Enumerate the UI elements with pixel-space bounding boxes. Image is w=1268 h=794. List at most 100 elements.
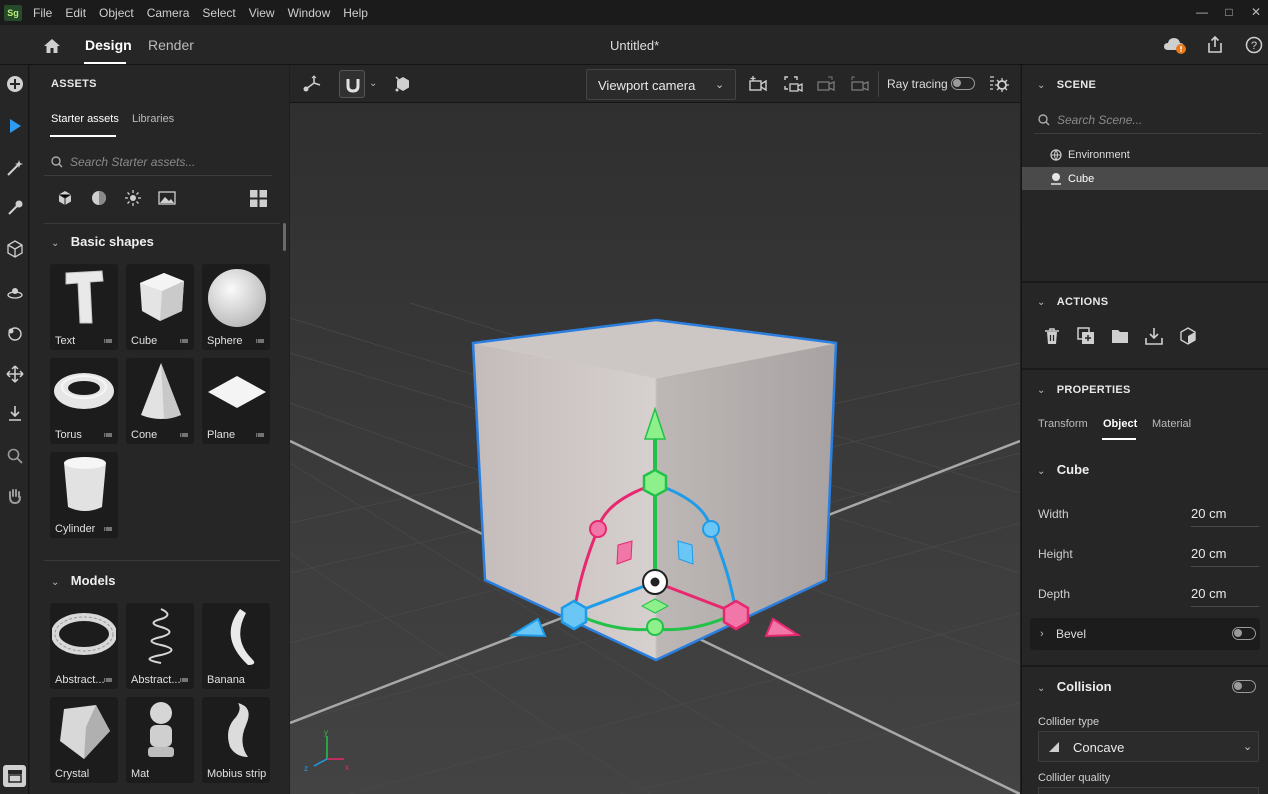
- asset-tile-mobius-strip[interactable]: Mobius strip: [202, 697, 270, 783]
- asset-tile-mat[interactable]: Mat: [126, 697, 194, 783]
- group-icon[interactable]: [1111, 328, 1129, 344]
- sliders-icon[interactable]: ≔: [103, 524, 113, 535]
- add-icon[interactable]: [4, 73, 25, 94]
- viewport-canvas[interactable]: y x z: [290, 103, 1020, 794]
- collision-toggle[interactable]: [1232, 680, 1256, 693]
- ray-tracing-toggle[interactable]: [951, 77, 975, 90]
- scene-search-input[interactable]: Search Scene...: [1034, 106, 1262, 134]
- tab-material[interactable]: Material: [1152, 418, 1191, 430]
- help-icon[interactable]: ?: [1245, 36, 1263, 54]
- minimize-icon[interactable]: —: [1195, 5, 1209, 19]
- x-rotate-handle[interactable]: [589, 520, 607, 538]
- tab-starter-assets[interactable]: Starter assets: [51, 113, 119, 125]
- bevel-toggle[interactable]: [1232, 627, 1256, 640]
- z-scale-handle[interactable]: [560, 599, 588, 631]
- collision-section-header[interactable]: ⌄ Collision: [1037, 679, 1112, 694]
- snap-to-object-icon[interactable]: [394, 75, 412, 93]
- delete-icon[interactable]: [1044, 327, 1060, 345]
- scene-item-cube[interactable]: Cube: [1022, 167, 1268, 190]
- assets-search-input[interactable]: Search Starter assets...: [44, 148, 272, 176]
- depth-value[interactable]: 20 cm: [1191, 586, 1259, 607]
- select-tool-icon[interactable]: [4, 115, 25, 136]
- asset-tile-cube[interactable]: Cube ≔: [126, 264, 194, 350]
- height-field[interactable]: Height 20 cm: [1038, 541, 1260, 569]
- chevron-down-icon[interactable]: ⌄: [369, 78, 377, 89]
- menu-camera[interactable]: Camera: [142, 6, 198, 20]
- asset-tile-abstract-2[interactable]: Abstract... ≔: [126, 603, 194, 689]
- tab-render[interactable]: Render: [148, 37, 194, 53]
- menu-file[interactable]: File: [28, 6, 60, 20]
- asset-tile-abstract-1[interactable]: Abstract... ≔: [50, 603, 118, 689]
- menu-help[interactable]: Help: [338, 6, 376, 20]
- environment-light-icon[interactable]: [4, 282, 25, 303]
- drop-to-ground-icon[interactable]: [4, 403, 25, 424]
- z-rotate-handle[interactable]: [702, 520, 720, 538]
- asset-tile-cone[interactable]: Cone ≔: [126, 358, 194, 444]
- menu-view[interactable]: View: [244, 6, 283, 20]
- sliders-icon[interactable]: ≔: [103, 675, 113, 686]
- move-tool-icon[interactable]: [4, 363, 25, 384]
- image-filter-icon[interactable]: [158, 191, 176, 205]
- sliders-icon[interactable]: ≔: [179, 675, 189, 686]
- actions-section-header[interactable]: ⌄ ACTIONS: [1037, 294, 1108, 308]
- sliders-icon[interactable]: ≔: [255, 430, 265, 441]
- magic-wand-icon[interactable]: [4, 157, 25, 178]
- grid-view-icon[interactable]: [250, 190, 267, 207]
- home-icon[interactable]: [42, 37, 62, 55]
- y-scale-handle[interactable]: [642, 468, 668, 498]
- menu-edit[interactable]: Edit: [60, 6, 94, 20]
- duplicate-icon[interactable]: [1077, 327, 1095, 345]
- tab-object[interactable]: Object: [1103, 418, 1137, 430]
- asset-tile-banana[interactable]: Banana: [202, 603, 270, 689]
- assets-scrollbar[interactable]: [283, 223, 286, 251]
- model-filter-icon[interactable]: [57, 190, 73, 206]
- object-section-header[interactable]: ⌄ Cube: [1037, 462, 1089, 477]
- width-value[interactable]: 20 cm: [1191, 506, 1259, 527]
- share-icon[interactable]: [1206, 35, 1224, 55]
- asset-tile-crystal[interactable]: Crystal: [50, 697, 118, 783]
- cube-tool-icon[interactable]: [4, 238, 25, 259]
- tab-design[interactable]: Design: [85, 37, 132, 53]
- zoom-icon[interactable]: [4, 445, 25, 466]
- y-rotate-handle[interactable]: [646, 618, 664, 636]
- orbit-camera-icon[interactable]: [4, 323, 25, 344]
- close-icon[interactable]: ✕: [1249, 5, 1263, 19]
- asset-tile-torus[interactable]: Torus ≔: [50, 358, 118, 444]
- x-scale-handle[interactable]: [722, 599, 750, 631]
- menu-window[interactable]: Window: [283, 6, 339, 20]
- tab-libraries[interactable]: Libraries: [132, 113, 174, 125]
- menu-object[interactable]: Object: [94, 6, 142, 20]
- sliders-icon[interactable]: ≔: [179, 430, 189, 441]
- add-camera-icon[interactable]: [748, 75, 768, 93]
- 3d-viewport[interactable]: y x z: [290, 103, 1020, 794]
- bevel-row[interactable]: › Bevel: [1030, 618, 1260, 650]
- material-filter-icon[interactable]: [91, 190, 107, 206]
- asset-tile-sphere[interactable]: Sphere ≔: [202, 264, 270, 350]
- redo-camera-icon[interactable]: [850, 75, 870, 93]
- collider-quality-select[interactable]: [1038, 787, 1259, 794]
- sliders-icon[interactable]: ≔: [103, 430, 113, 441]
- snap-magnet-button[interactable]: [339, 70, 365, 98]
- render-settings-icon[interactable]: [989, 75, 1009, 93]
- width-field[interactable]: Width 20 cm: [1038, 501, 1260, 529]
- sliders-icon[interactable]: ≔: [179, 336, 189, 347]
- eyedropper-icon[interactable]: [4, 197, 25, 218]
- collider-type-select[interactable]: Concave ⌄: [1038, 731, 1259, 762]
- height-value[interactable]: 20 cm: [1191, 546, 1259, 567]
- transform-gizmo-icon[interactable]: [302, 75, 322, 93]
- maximize-icon[interactable]: □: [1222, 5, 1236, 19]
- pan-hand-icon[interactable]: [4, 485, 25, 506]
- tab-transform[interactable]: Transform: [1038, 418, 1088, 430]
- group-basic-shapes[interactable]: ⌄ Basic shapes: [51, 234, 154, 249]
- frame-camera-icon[interactable]: [783, 75, 803, 93]
- viewport-camera-select[interactable]: Viewport camera ⌄: [586, 69, 736, 100]
- scene-item-environment[interactable]: Environment: [1022, 144, 1268, 166]
- depth-field[interactable]: Depth 20 cm: [1038, 581, 1260, 609]
- sliders-icon[interactable]: ≔: [103, 336, 113, 347]
- convert-icon[interactable]: [1179, 327, 1197, 345]
- group-models[interactable]: ⌄ Models: [51, 573, 116, 588]
- cloud-sync-warning-icon[interactable]: [1163, 36, 1189, 56]
- light-filter-icon[interactable]: [124, 190, 142, 206]
- properties-section-header[interactable]: ⌄ PROPERTIES: [1037, 382, 1131, 396]
- scene-section-header[interactable]: ⌄ SCENE: [1037, 77, 1096, 91]
